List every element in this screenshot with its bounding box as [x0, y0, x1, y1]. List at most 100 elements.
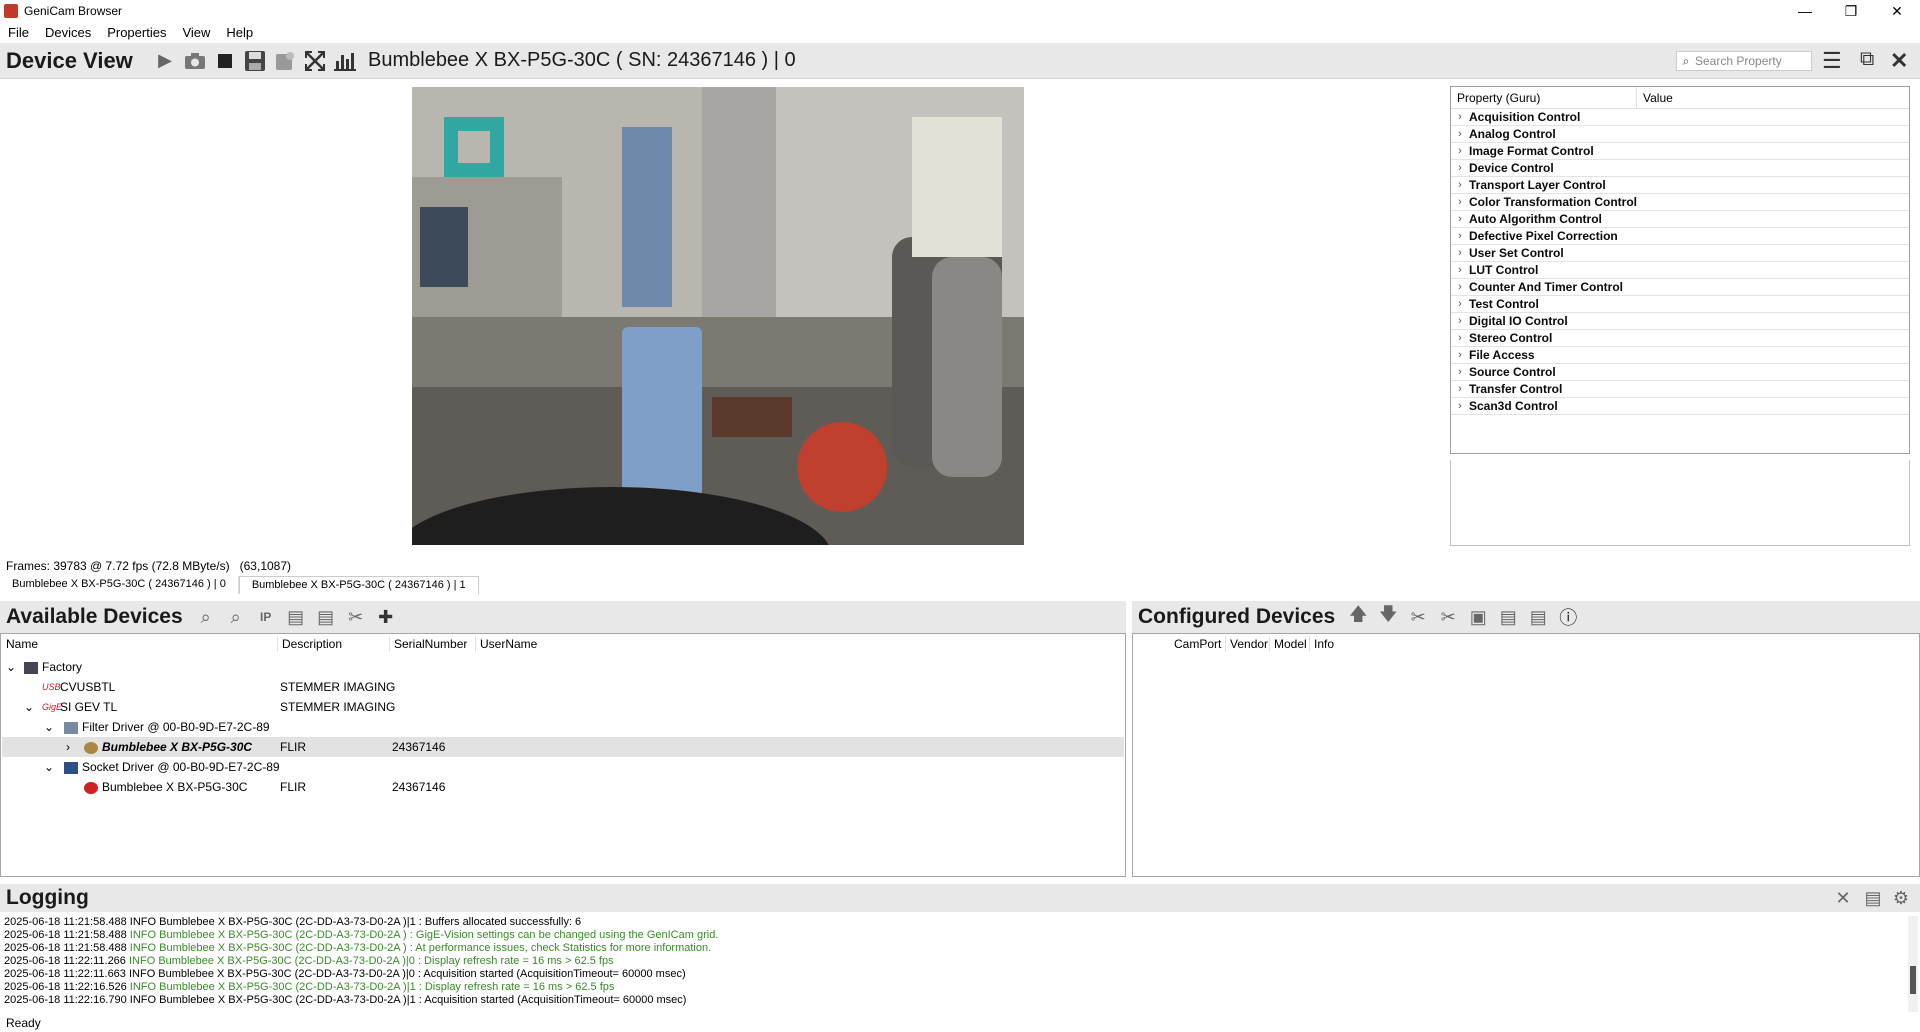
- move-up-icon[interactable]: 🡅: [1345, 604, 1371, 630]
- expand-icon[interactable]: ›: [1451, 298, 1469, 310]
- property-category-row[interactable]: › User Set Control: [1451, 245, 1909, 262]
- undock-icon[interactable]: ⧉: [1860, 48, 1874, 71]
- property-column-header[interactable]: Property (Guru): [1451, 87, 1637, 108]
- tree-row-bumblebee-filter[interactable]: › Bumblebee X BX-P5G-30C FLIR 24367146: [2, 737, 1124, 757]
- search-devices-icon[interactable]: ⌕: [193, 604, 219, 630]
- property-category-row[interactable]: › Transfer Control: [1451, 381, 1909, 398]
- load-config-icon[interactable]: ▤: [1495, 604, 1521, 630]
- property-category-row[interactable]: › Device Control: [1451, 160, 1909, 177]
- menu-view[interactable]: View: [174, 25, 218, 40]
- move-down-icon[interactable]: 🡇: [1375, 604, 1401, 630]
- property-category-row[interactable]: › Transport Layer Control: [1451, 177, 1909, 194]
- tree-row-cvusbtl[interactable]: USBCVUSBTL STEMMER IMAGING: [2, 677, 1124, 697]
- ip-config-icon[interactable]: IP: [253, 604, 279, 630]
- statistics-icon[interactable]: [332, 48, 358, 74]
- property-category-row[interactable]: › Color Transformation Control: [1451, 194, 1909, 211]
- collapse-icon[interactable]: ⌄: [44, 720, 54, 734]
- expand-icon[interactable]: ›: [1451, 315, 1469, 327]
- expand-icon[interactable]: ›: [1451, 196, 1469, 208]
- log-output[interactable]: 2025-06-18 11:21:58.488 INFO Bumblebee X…: [4, 916, 1904, 1012]
- close-button[interactable]: ✕: [1874, 0, 1920, 22]
- play-icon[interactable]: ▶: [152, 48, 178, 74]
- camera-snapshot-icon[interactable]: [182, 48, 208, 74]
- search-property-input[interactable]: ⌕ Search Property: [1676, 51, 1812, 71]
- tools-icon[interactable]: ✂: [343, 604, 369, 630]
- property-category-row[interactable]: › Auto Algorithm Control: [1451, 211, 1909, 228]
- expand-icon[interactable]: ›: [1451, 128, 1469, 140]
- tab-device-0[interactable]: Bumblebee X BX-P5G-30C ( 24367146 ) | 0: [0, 576, 239, 594]
- discover-icon[interactable]: ⌕: [223, 604, 249, 630]
- expand-icon[interactable]: ›: [1451, 349, 1469, 361]
- tree-row-bumblebee-socket[interactable]: Bumblebee X BX-P5G-30C FLIR 24367146: [2, 777, 1124, 797]
- value-column-header[interactable]: Value: [1637, 87, 1679, 108]
- expand-icon[interactable]: ›: [66, 740, 70, 754]
- remove-device-icon[interactable]: ✂: [1405, 604, 1431, 630]
- property-category-row[interactable]: › Image Format Control: [1451, 143, 1909, 160]
- load-config-icon[interactable]: ▤: [283, 604, 309, 630]
- expand-icon[interactable]: ›: [1451, 247, 1469, 259]
- log-settings-icon[interactable]: ⚙: [1888, 885, 1914, 911]
- column-username[interactable]: UserName: [476, 636, 596, 652]
- stop-icon[interactable]: [212, 48, 238, 74]
- tree-row-socket-driver[interactable]: ⌄ Socket Driver @ 00-B0-9D-E7-2C-89: [2, 757, 1124, 777]
- list-view-icon[interactable]: ☰: [1822, 48, 1842, 74]
- expand-icon[interactable]: ›: [1451, 400, 1469, 412]
- expand-icon[interactable]: ›: [1451, 145, 1469, 157]
- column-model[interactable]: Model: [1270, 636, 1310, 652]
- save-log-icon[interactable]: ▤: [1860, 885, 1886, 911]
- menu-devices[interactable]: Devices: [37, 25, 99, 40]
- tree-row-si-gev-tl[interactable]: ⌄ GigESI GEV TL STEMMER IMAGING: [2, 697, 1124, 717]
- tree-row-factory[interactable]: ⌄ Factory: [2, 657, 1124, 677]
- column-description[interactable]: Description: [278, 636, 390, 652]
- save-settings-icon[interactable]: [272, 48, 298, 74]
- collapse-icon[interactable]: ⌄: [44, 760, 54, 774]
- property-category-row[interactable]: › LUT Control: [1451, 262, 1909, 279]
- log-scrollbar[interactable]: [1908, 916, 1918, 1012]
- clear-log-icon[interactable]: ✕: [1830, 885, 1856, 911]
- expand-icon[interactable]: ›: [1451, 162, 1469, 174]
- collapse-icon[interactable]: ⌄: [6, 660, 16, 674]
- expand-icon[interactable]: ›: [1451, 264, 1469, 276]
- expand-icon[interactable]: ›: [1451, 230, 1469, 242]
- property-category-row[interactable]: › Stereo Control: [1451, 330, 1909, 347]
- expand-icon[interactable]: ›: [1451, 179, 1469, 191]
- expand-icon[interactable]: ›: [1451, 213, 1469, 225]
- collapse-icon[interactable]: ⌄: [24, 700, 34, 714]
- save-icon[interactable]: [242, 48, 268, 74]
- info-icon[interactable]: ⓘ: [1555, 604, 1581, 630]
- expand-icon[interactable]: ›: [1451, 383, 1469, 395]
- column-vendor[interactable]: Vendor: [1226, 636, 1270, 652]
- add-device-icon[interactable]: ✚: [373, 604, 399, 630]
- lock-icon[interactable]: ▣: [1465, 604, 1491, 630]
- column-info[interactable]: Info: [1310, 636, 1344, 652]
- property-category-row[interactable]: › Counter And Timer Control: [1451, 279, 1909, 296]
- column-name[interactable]: Name: [2, 636, 278, 652]
- column-serialnumber[interactable]: SerialNumber: [390, 636, 476, 652]
- menu-file[interactable]: File: [0, 25, 37, 40]
- scrollbar-thumb[interactable]: [1910, 966, 1916, 994]
- property-category-row[interactable]: › Digital IO Control: [1451, 313, 1909, 330]
- expand-icon[interactable]: ›: [1451, 332, 1469, 344]
- close-view-icon[interactable]: ✕: [1890, 48, 1908, 74]
- column-camport[interactable]: CamPort: [1170, 636, 1226, 652]
- menu-properties[interactable]: Properties: [99, 25, 174, 40]
- expand-icon[interactable]: ›: [1451, 111, 1469, 123]
- maximize-button[interactable]: ❐: [1828, 0, 1874, 22]
- minimize-button[interactable]: —: [1782, 0, 1828, 22]
- menu-help[interactable]: Help: [218, 25, 261, 40]
- save-config-icon[interactable]: ▤: [313, 604, 339, 630]
- property-category-row[interactable]: › Source Control: [1451, 364, 1909, 381]
- expand-icon[interactable]: ›: [1451, 281, 1469, 293]
- tab-device-1[interactable]: Bumblebee X BX-P5G-30C ( 24367146 ) | 1: [238, 576, 479, 594]
- property-category-row[interactable]: › Test Control: [1451, 296, 1909, 313]
- configure-icon[interactable]: ✂: [1435, 604, 1461, 630]
- property-category-row[interactable]: › Defective Pixel Correction: [1451, 228, 1909, 245]
- fit-to-window-icon[interactable]: [302, 48, 328, 74]
- property-category-row[interactable]: › Acquisition Control: [1451, 109, 1909, 126]
- expand-icon[interactable]: ›: [1451, 366, 1469, 378]
- property-category-row[interactable]: › Analog Control: [1451, 126, 1909, 143]
- property-category-row[interactable]: › File Access: [1451, 347, 1909, 364]
- property-category-row[interactable]: › Scan3d Control: [1451, 398, 1909, 415]
- tree-row-filter-driver[interactable]: ⌄ Filter Driver @ 00-B0-9D-E7-2C-89: [2, 717, 1124, 737]
- save-config-icon[interactable]: ▤: [1525, 604, 1551, 630]
